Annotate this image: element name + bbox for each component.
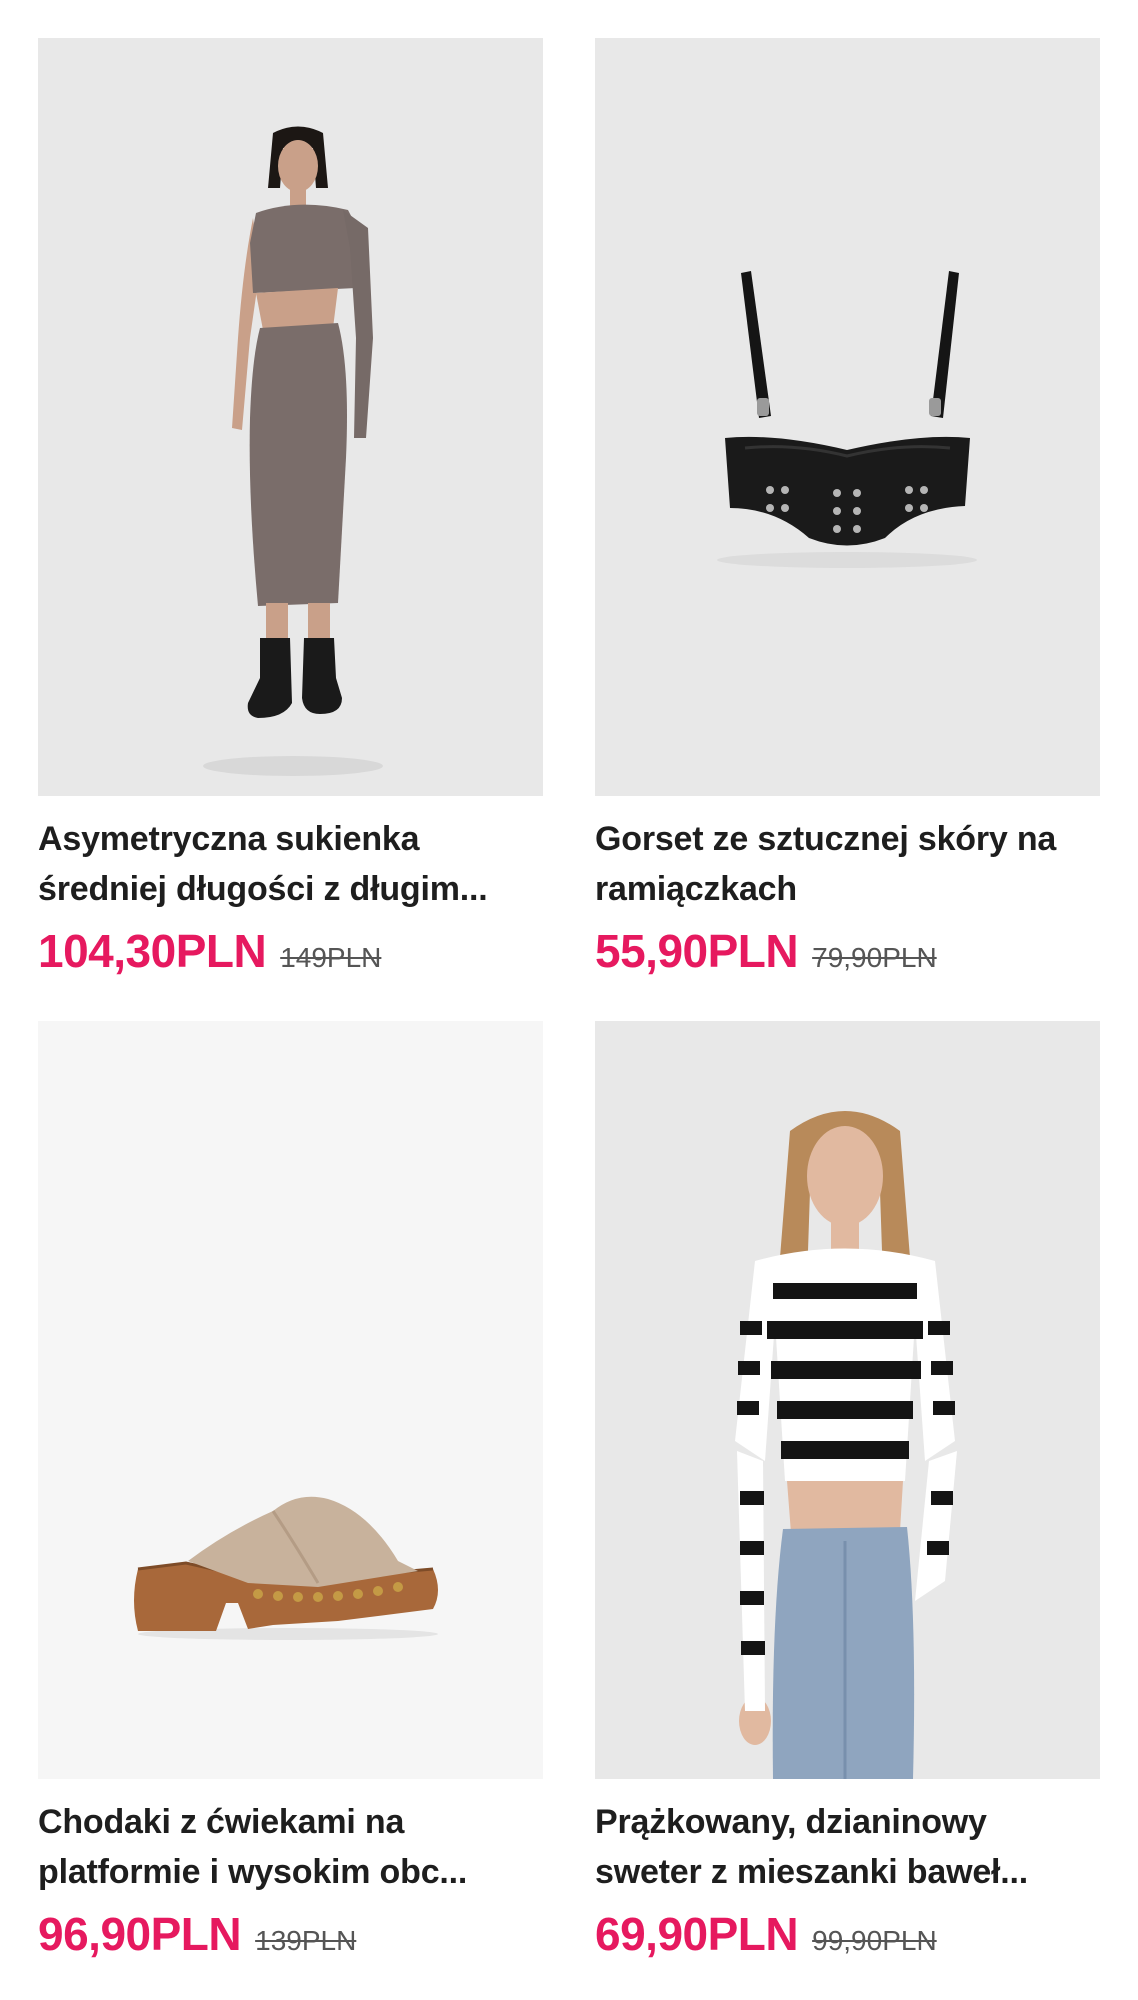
sale-price: 55,90PLN [595,925,799,977]
product-title[interactable]: Prążkowany, dzianinowy sweter z mieszank… [595,1797,1100,1897]
product-card[interactable]: Gorset ze sztucznej skóry na ramiączkach… [595,38,1100,983]
product-image[interactable] [38,1021,543,1779]
original-price: 99,90PLN [812,1925,937,1956]
product-card[interactable]: Prążkowany, dzianinowy sweter z mieszank… [595,1021,1100,1966]
product-title[interactable]: Chodaki z ćwiekami na platformie i wysok… [38,1797,543,1897]
clog-illustration [38,1021,543,1779]
price-row: 55,90PLN 79,90PLN [595,924,1100,978]
corset-illustration [595,38,1100,796]
model-sweater-illustration [595,1021,1100,1779]
product-title[interactable]: Asymetryczna sukienka średniej długości … [38,814,543,914]
product-image[interactable] [595,38,1100,796]
product-grid: Asymetryczna sukienka średniej długości … [38,38,1100,1966]
product-title[interactable]: Gorset ze sztucznej skóry na ramiączkach [595,814,1100,914]
sale-price: 104,30PLN [38,925,267,977]
product-image[interactable] [38,38,543,796]
sale-price: 96,90PLN [38,1908,242,1960]
original-price: 79,90PLN [812,942,937,973]
model-dress-illustration [38,38,543,796]
price-row: 96,90PLN 139PLN [38,1907,543,1961]
price-row: 69,90PLN 99,90PLN [595,1907,1100,1961]
product-card[interactable]: Chodaki z ćwiekami na platformie i wysok… [38,1021,543,1966]
product-card[interactable]: Asymetryczna sukienka średniej długości … [38,38,543,983]
price-row: 104,30PLN 149PLN [38,924,543,978]
sale-price: 69,90PLN [595,1908,799,1960]
product-image[interactable] [595,1021,1100,1779]
original-price: 139PLN [255,1925,357,1956]
original-price: 149PLN [280,942,382,973]
